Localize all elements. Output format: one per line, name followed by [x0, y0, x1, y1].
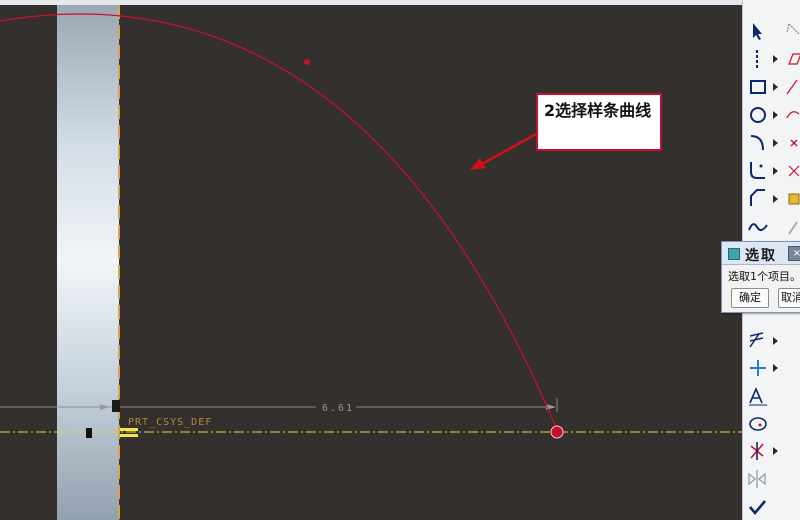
csys-marker	[120, 428, 138, 431]
rectangle-icon[interactable]	[745, 74, 769, 100]
tool-accept[interactable]	[743, 494, 800, 520]
csys-marker-lower	[120, 434, 138, 437]
dimension-value[interactable]: 6.61	[322, 403, 354, 414]
dropdown-arrow[interactable]	[773, 55, 778, 63]
reference-band	[57, 5, 119, 520]
tool-text[interactable]	[743, 383, 800, 409]
tool-point[interactable]	[743, 355, 800, 381]
dropdown-arrow[interactable]	[773, 337, 778, 345]
dimension-icon[interactable]	[783, 18, 800, 44]
tool-offset[interactable]	[743, 328, 800, 354]
palette-icon[interactable]	[745, 411, 769, 437]
arc-icon[interactable]	[745, 130, 769, 156]
arc-icon[interactable]	[783, 102, 800, 128]
dialog-message: 选取1个项目。	[728, 270, 800, 283]
circle-icon[interactable]	[745, 102, 769, 128]
tool-spline[interactable]	[743, 214, 800, 240]
fillet-icon[interactable]	[745, 158, 769, 184]
tool-mirror[interactable]	[743, 466, 800, 492]
tool-trim[interactable]	[743, 438, 800, 464]
arc-endpoint-handle[interactable]	[550, 425, 564, 439]
dropdown-arrow[interactable]	[773, 83, 778, 91]
dimension-anchor	[112, 400, 120, 412]
select-dialog: 选取 × 选取1个项目。 确定 取消	[721, 241, 800, 313]
canvas-top-edge	[0, 0, 742, 5]
tool-fillet[interactable]	[743, 158, 800, 184]
dialog-app-icon	[728, 248, 740, 260]
trim-icon[interactable]	[783, 158, 800, 184]
tool-arc[interactable]	[743, 130, 800, 156]
tool-chamfer[interactable]	[743, 186, 800, 212]
centerline-icon[interactable]	[745, 46, 769, 72]
palette-icon[interactable]	[783, 186, 800, 212]
check-icon[interactable]	[745, 494, 769, 520]
dropdown-arrow[interactable]	[773, 167, 778, 175]
dropdown-arrow[interactable]	[773, 447, 778, 455]
tool-circle[interactable]	[743, 102, 800, 128]
callout-arrow-line	[481, 132, 537, 166]
dropdown-arrow[interactable]	[773, 139, 778, 147]
tool-select[interactable]	[743, 18, 800, 44]
close-icon[interactable]: ×	[788, 246, 800, 261]
tool-palette[interactable]	[743, 411, 800, 437]
spline-icon[interactable]	[745, 214, 769, 240]
text-icon[interactable]	[745, 383, 769, 409]
offset-icon[interactable]	[745, 328, 769, 354]
dropdown-arrow[interactable]	[773, 364, 778, 372]
dialog-title: 选取	[745, 248, 777, 264]
cancel-button[interactable]: 取消	[778, 288, 800, 308]
pen-icon[interactable]	[783, 214, 800, 240]
ok-button[interactable]: 确定	[731, 288, 769, 308]
dropdown-arrow[interactable]	[773, 195, 778, 203]
select-arrow-icon[interactable]	[745, 18, 769, 44]
chamfer-icon[interactable]	[745, 186, 769, 212]
axis-tick-marker	[86, 428, 92, 438]
callout-text: 2选择样条曲线	[544, 101, 652, 120]
dialog-title-bar[interactable]: 选取 ×	[722, 242, 800, 265]
tool-rectangle[interactable]	[743, 74, 800, 100]
arc-midpoint-handle[interactable]	[304, 59, 310, 65]
csys-label: PRT_CSYS_DEF	[128, 417, 212, 428]
parallelogram-icon[interactable]	[783, 46, 800, 72]
point-icon[interactable]	[745, 355, 769, 381]
tool-centerline[interactable]	[743, 46, 800, 72]
mirror-icon[interactable]	[745, 466, 769, 492]
dropdown-arrow[interactable]	[773, 111, 778, 119]
sketch-canvas[interactable]: 6.61 PRT_CSYS_DEF	[0, 0, 742, 520]
trim-icon[interactable]	[745, 438, 769, 464]
line-icon[interactable]	[783, 74, 800, 100]
annotation-callout: 2选择样条曲线	[536, 93, 662, 151]
x-mark-icon[interactable]	[783, 130, 800, 156]
